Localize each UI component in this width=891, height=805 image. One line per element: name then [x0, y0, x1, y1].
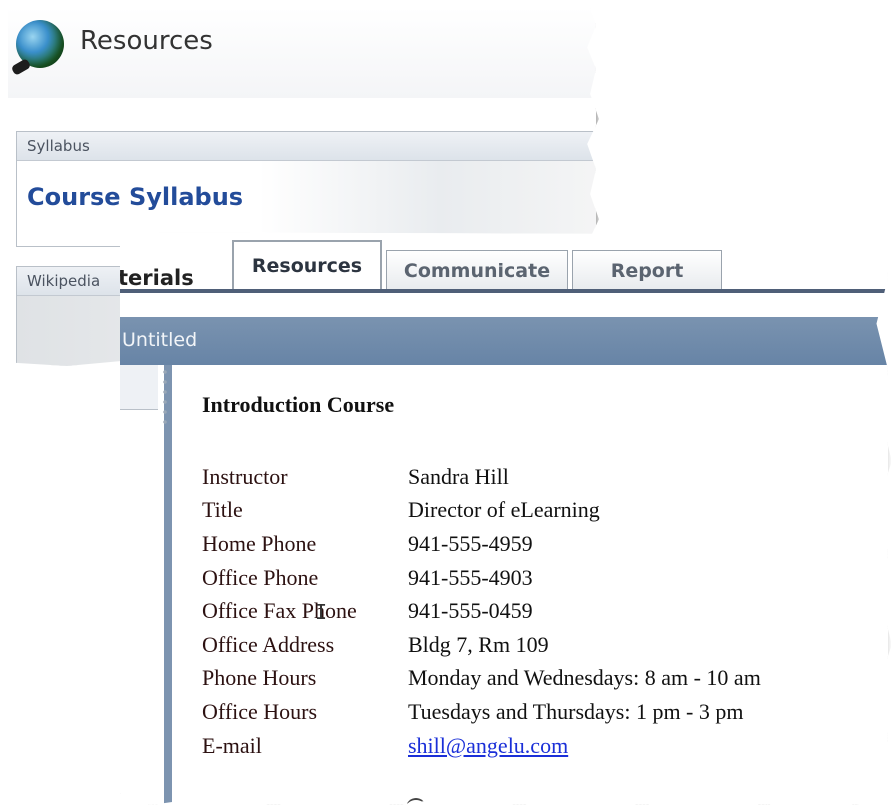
info-value: Sandra Hill: [408, 463, 509, 489]
info-row: Home Phone 941-555-4959: [202, 527, 761, 561]
splitter-grip-icon[interactable]: [160, 365, 174, 425]
course-info: Introduction Course Instructor Sandra Hi…: [202, 392, 761, 762]
left-rail: [120, 365, 158, 805]
info-value: 941-555-0459: [408, 598, 533, 624]
info-label: Office Fax Phone: [202, 598, 357, 624]
course-heading: Introduction Course: [202, 392, 395, 417]
titlebar-text: Untitled: [122, 329, 198, 351]
info-label: Office Phone: [202, 564, 319, 590]
info-label: Phone Hours: [202, 665, 317, 691]
cutoff-glyph: [406, 798, 426, 805]
info-label: Office Hours: [202, 698, 318, 724]
info-row: E-mail shill@angelu.com: [202, 729, 761, 763]
globe-search-icon: [16, 20, 64, 68]
syllabus-panel: Syllabus Course Syllabus: [16, 131, 596, 247]
info-row: Office Hours Tuesdays and Thursdays: 1 p…: [202, 695, 761, 729]
info-value: Monday and Wednesdays: 8 am - 10 am: [408, 665, 761, 691]
info-row: Phone Hours Monday and Wednesdays: 8 am …: [202, 662, 761, 696]
info-value: 941-555-4903: [408, 564, 533, 590]
tab-communicate[interactable]: Communicate: [386, 250, 568, 290]
window-header: Resources: [8, 8, 596, 98]
page-title: Resources: [80, 26, 213, 56]
tab-underline: [120, 289, 888, 293]
info-row: Office Address Bldg 7, Rm 109: [202, 628, 761, 662]
info-value: Director of eLearning: [408, 497, 600, 523]
left-rail-item[interactable]: [120, 365, 158, 410]
text-cursor-icon: I: [315, 600, 328, 624]
course-window-front: terials Resources Communicate Report Unt…: [120, 232, 888, 805]
email-link[interactable]: shill@angelu.com: [408, 733, 568, 759]
info-value: Bldg 7, Rm 109: [408, 631, 549, 657]
info-row: Title Director of eLearning: [202, 494, 761, 528]
tab-report[interactable]: Report: [572, 250, 722, 290]
tab-resources[interactable]: Resources: [232, 240, 382, 290]
info-value: 941-555-4959: [408, 530, 533, 556]
panel-header-syllabus: Syllabus: [17, 132, 596, 161]
tab-bar: terials Resources Communicate Report: [120, 232, 888, 293]
info-row: Instructor Sandra Hill: [202, 460, 761, 494]
content-titlebar: Untitled: [120, 317, 888, 365]
info-label: Title: [202, 497, 243, 523]
info-row: Office Fax Phone 941-555-0459: [202, 594, 761, 628]
info-label: Office Address: [202, 631, 335, 657]
info-row: Office Phone 941-555-4903: [202, 561, 761, 595]
course-syllabus-link[interactable]: Course Syllabus: [27, 183, 243, 211]
info-value: Tuesdays and Thursdays: 1 pm - 3 pm: [408, 698, 744, 724]
info-label: Home Phone: [202, 530, 317, 556]
info-label: Instructor: [202, 463, 288, 489]
splitter-bar[interactable]: [164, 365, 172, 805]
info-label: E-mail: [202, 732, 262, 758]
panel-body: Course Syllabus: [17, 161, 596, 245]
